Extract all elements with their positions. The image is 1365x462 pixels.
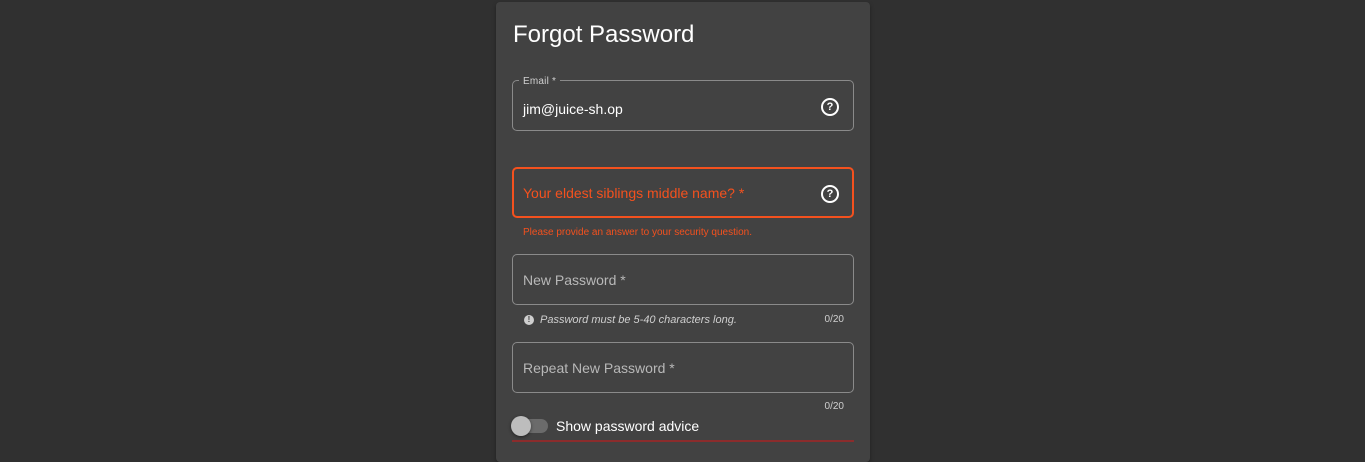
email-label: Email * [519, 76, 561, 87]
password-hint-text: Password must be 5-40 characters long. [540, 314, 737, 326]
new-password-counter: 0/20 [824, 314, 844, 325]
security-answer-placeholder: Your eldest siblings middle name? * [523, 185, 745, 201]
page-title: Forgot Password [513, 21, 695, 48]
security-answer-error: Please provide an answer to your securit… [523, 227, 753, 238]
email-value[interactable]: jim@juice-sh.op [523, 101, 623, 117]
security-answer-field[interactable]: Your eldest siblings middle name? * ? [512, 167, 854, 218]
toggle-track[interactable] [511, 416, 548, 436]
toggle-thumb[interactable] [511, 416, 531, 436]
password-hint: ! Password must be 5-40 characters long. [524, 314, 737, 326]
help-circle-icon[interactable]: ? [821, 185, 839, 203]
repeat-password-counter: 0/20 [824, 401, 844, 412]
repeat-password-field[interactable]: Repeat New Password * [512, 342, 854, 393]
password-strength-bar [512, 440, 854, 442]
new-password-field[interactable]: New Password * [512, 254, 854, 305]
password-advice-toggle[interactable]: Show password advice [511, 416, 699, 436]
password-advice-label[interactable]: Show password advice [556, 418, 699, 434]
email-field[interactable]: Email * jim@juice-sh.op ? [512, 76, 854, 131]
repeat-password-placeholder: Repeat New Password * [523, 360, 675, 376]
help-circle-icon[interactable]: ? [821, 98, 839, 116]
info-icon: ! [524, 315, 534, 325]
new-password-placeholder: New Password * [523, 272, 626, 288]
forgot-password-card: Forgot Password Email * jim@juice-sh.op … [496, 2, 870, 462]
